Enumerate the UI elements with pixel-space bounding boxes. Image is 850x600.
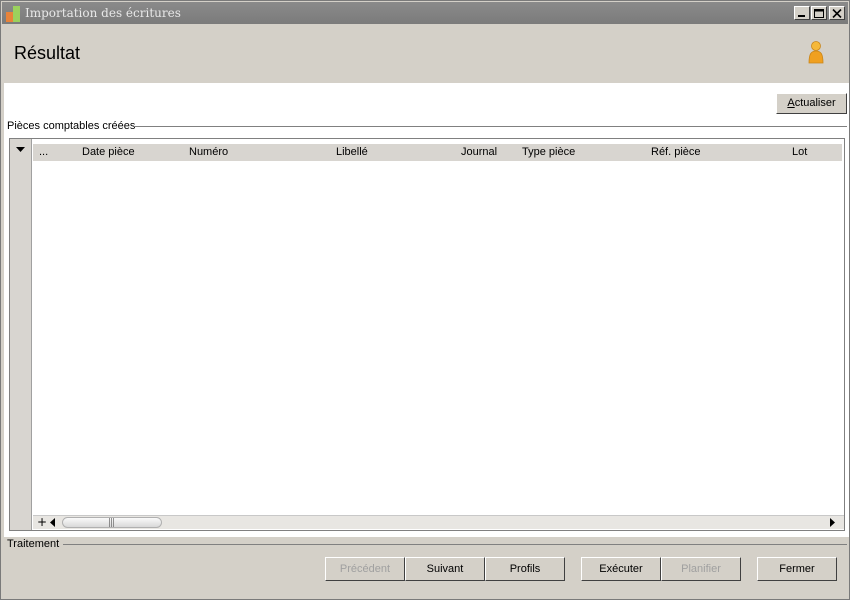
column-header-type[interactable]: Type pièce (522, 146, 575, 158)
column-header-batch[interactable]: Lot (792, 146, 807, 158)
minimize-icon (798, 15, 805, 17)
minimize-button[interactable] (794, 6, 810, 20)
scrollbar-thumb[interactable]: ||| (62, 517, 162, 528)
column-header-date[interactable]: Date pièce (82, 146, 135, 158)
execute-button[interactable]: Exécuter (581, 557, 661, 581)
main-window: Importation des écritures Résultat Actua… (0, 0, 850, 600)
previous-button[interactable]: Précédent (325, 557, 405, 581)
processing-divider (63, 544, 847, 545)
content-panel: Actualiser Pièces comptables créées ... … (4, 83, 849, 537)
window-title: Importation des écritures (25, 6, 181, 20)
column-header-more[interactable]: ... (39, 146, 48, 158)
page-header: Résultat (4, 25, 849, 83)
grid-row-header (10, 139, 32, 530)
add-row-icon[interactable]: + (37, 515, 47, 529)
group-divider (134, 126, 847, 127)
user-icon (808, 41, 824, 64)
close-icon (832, 9, 842, 18)
title-bar[interactable]: Importation des écritures (2, 2, 848, 24)
refresh-button[interactable]: Actualiser (776, 93, 847, 114)
column-chooser-icon[interactable] (16, 147, 26, 153)
column-header-reference[interactable]: Réf. pièce (651, 146, 701, 158)
page-title: Résultat (14, 43, 81, 63)
app-icon (6, 6, 22, 22)
scroll-grip: ||| (108, 518, 115, 528)
column-header-journal[interactable]: Journal (461, 146, 497, 158)
close-button[interactable]: Fermer (757, 557, 837, 581)
grid-header: ... Date pièce Numéro Libellé Journal Ty… (33, 144, 842, 161)
maximize-button[interactable] (811, 6, 827, 20)
column-header-number[interactable]: Numéro (189, 146, 228, 158)
column-header-label[interactable]: Libellé (336, 146, 368, 158)
next-button[interactable]: Suivant (405, 557, 485, 581)
schedule-button[interactable]: Planifier (661, 557, 741, 581)
processing-group-label: Traitement (7, 538, 60, 550)
entries-grid[interactable]: ... Date pièce Numéro Libellé Journal Ty… (9, 138, 845, 531)
maximize-icon (814, 9, 824, 18)
profiles-button[interactable]: Profils (485, 557, 565, 581)
scroll-right-icon[interactable] (830, 518, 836, 527)
grid-horizontal-scrollbar[interactable]: + ||| (33, 515, 844, 529)
close-window-button[interactable] (829, 6, 845, 20)
created-entries-group-label: Pièces comptables créées (7, 120, 139, 132)
scroll-left-icon[interactable] (50, 518, 56, 527)
